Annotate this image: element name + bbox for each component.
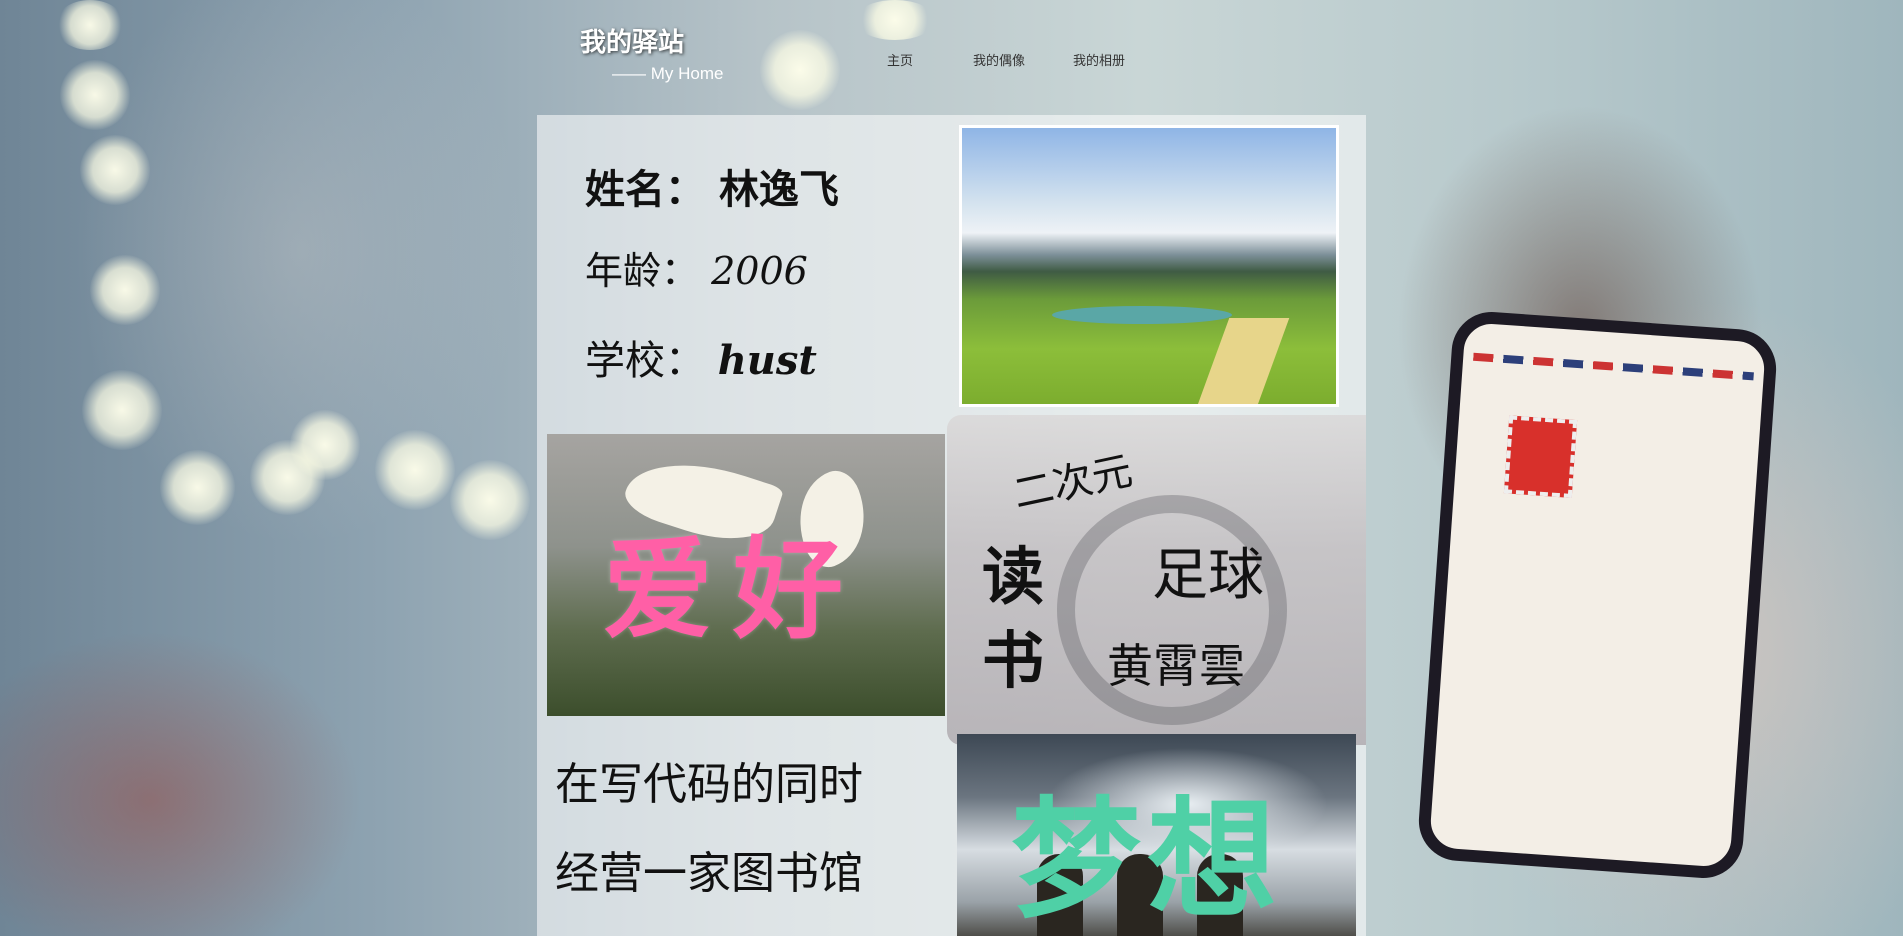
background-bokeh [90, 255, 160, 325]
background-bokeh [375, 430, 455, 510]
motto-line-1: 在写代码的同时 [555, 759, 863, 810]
background-bokeh [80, 135, 150, 205]
name-value: 林逸飞 [718, 166, 839, 213]
path-shape [1194, 318, 1290, 404]
profile-age-row: 年龄： 2006 [585, 240, 808, 295]
nav-album[interactable]: 我的相册 [1073, 50, 1125, 69]
school-value: hust [717, 337, 817, 384]
age-value: 2006 [711, 249, 808, 293]
dream-title: 梦想 [1011, 784, 1284, 936]
nav-idol[interactable]: 我的偶像 [973, 50, 1025, 69]
content-panel: 姓名： 林逸飞 年龄： 2006 学校： hust 爱好 二次元 足球 读书 黄… [537, 115, 1366, 936]
hobby-item-reading: 读书 [982, 540, 1045, 697]
hobby-title: 爱好 [603, 526, 863, 654]
lake-shape [1052, 306, 1232, 324]
background-bokeh [855, 0, 935, 40]
phone-image [1416, 309, 1779, 881]
background-bokeh [60, 60, 130, 130]
background-bokeh [760, 30, 840, 110]
age-label: 年龄： [585, 249, 700, 293]
name-label: 姓名： [585, 166, 705, 213]
background-bokeh [55, 0, 125, 50]
site-title: 我的驿站 [580, 28, 685, 58]
background-bokeh [160, 450, 235, 525]
profile-name-row: 姓名： 林逸飞 [585, 157, 839, 215]
site-subtitle: —— My Home [612, 64, 724, 83]
hobby-item-football: 足球 [1152, 543, 1264, 608]
hobby-item-idol: 黄霄雲 [1107, 639, 1245, 693]
profile-school-row: 学校： hust [585, 328, 817, 386]
mountain-photo[interactable] [959, 125, 1339, 407]
motto-line-2: 经营一家图书馆 [555, 848, 863, 899]
nav-home[interactable]: 主页 [887, 50, 913, 69]
background-bokeh [450, 460, 530, 540]
background-bokeh [82, 370, 162, 450]
airmail-stripe [1473, 352, 1754, 381]
school-label: 学校： [585, 338, 705, 384]
stamp-graphic [1503, 415, 1578, 498]
background-bokeh [290, 410, 360, 480]
